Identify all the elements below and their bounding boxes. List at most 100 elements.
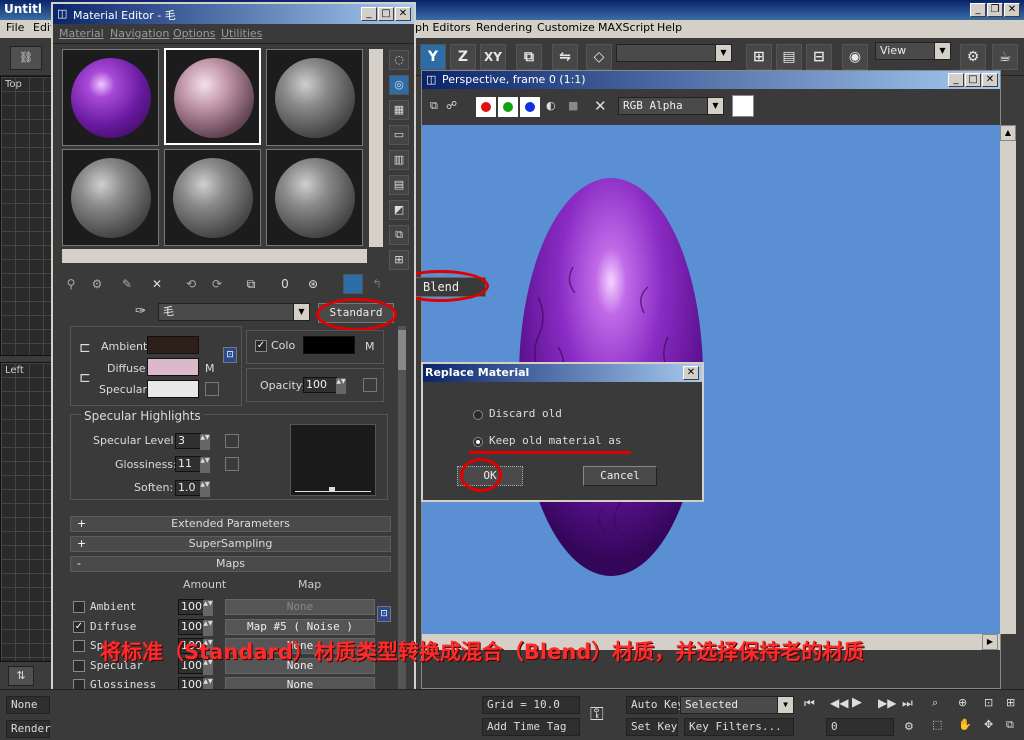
diffuse-color-swatch[interactable] [147,358,199,376]
pan-icon[interactable]: ✋ [958,718,972,731]
rollout-maps[interactable]: - Maps [70,556,391,572]
eraser-icon[interactable]: ◇ [586,44,612,70]
get-material-icon[interactable]: ⚲ [61,274,81,294]
zoom-all-icon[interactable]: ⊕ [958,696,967,709]
specular-level-spinner[interactable]: 3 ▲▼ [175,433,210,450]
app-restore-button[interactable]: ❐ [987,3,1003,17]
go-start-icon[interactable]: ⏮ [804,696,815,711]
render-setup-icon[interactable]: ⚙ [960,44,986,70]
quick-render-icon[interactable]: ☕ [992,44,1018,70]
schematic-icon[interactable]: ⊟ [806,44,832,70]
menu-file[interactable]: File [6,21,24,34]
ambient-color-swatch[interactable] [147,336,199,354]
blue-channel-button[interactable] [520,97,540,117]
tiling-icon[interactable]: ▭ [389,125,409,145]
go-parent-icon[interactable]: ↰ [367,274,387,294]
me-maximize-button[interactable]: □ [378,7,394,21]
reset-map-icon[interactable]: ✕ [147,274,167,294]
material-slot-2[interactable] [164,48,261,145]
glossiness-map-button[interactable] [225,457,239,471]
region-zoom-icon[interactable]: ⬚ [932,718,942,731]
lock-icon[interactable]: ⊡ [223,347,237,363]
material-slot-6[interactable] [266,149,363,246]
layer-icon[interactable]: ▤ [776,44,802,70]
map-enable-checkbox[interactable]: ✓ [73,620,85,633]
make-preview-icon[interactable]: ▤ [389,175,409,195]
soften-spinner[interactable]: 1.0 ▲▼ [175,480,210,497]
material-slot-1[interactable] [62,49,159,146]
clone-window-icon[interactable]: ☍ [446,99,457,112]
menu-graph-editors[interactable]: ph Editors [415,21,471,34]
options-icon[interactable]: ◩ [389,200,409,220]
named-selection-dropdown[interactable]: ▼ [616,44,732,62]
me-close-button[interactable]: ✕ [395,7,411,21]
map-enable-checkbox[interactable] [73,659,85,672]
make-copy-icon[interactable]: ⟲ [181,274,201,294]
key-icon[interactable]: ⚿ [590,704,604,725]
video-check-icon[interactable]: ▥ [389,150,409,170]
discard-old-radio[interactable] [473,410,483,420]
map-enable-checkbox[interactable] [73,640,85,652]
alpha-channel-icon[interactable]: ◐ [546,99,556,112]
pick-material-icon[interactable]: ✑ [135,304,146,319]
align-icon[interactable]: ⊞ [746,44,772,70]
material-editor-icon[interactable]: ◉ [842,44,868,70]
put-to-scene-icon[interactable]: ⚙ [87,274,107,294]
diffuse-map-m-label[interactable]: M [205,362,215,375]
show-map-icon[interactable]: ⊛ [303,274,323,294]
me-minimize-button[interactable]: _ [361,7,377,21]
effects-channel-icon[interactable]: 0 [275,274,295,294]
map-slot-button[interactable]: Map #5 ( Noise ) [225,618,375,635]
rollout-supersampling[interactable]: + SuperSampling [70,536,391,552]
viewport-left[interactable]: Left [0,362,52,662]
opacity-map-button[interactable] [363,378,377,392]
me-menu-options[interactable]: Options [173,27,215,40]
material-name-field[interactable]: 毛 ▼ [158,303,310,321]
app-close-button[interactable]: ✕ [1004,3,1020,17]
put-to-library-icon[interactable]: ⧉ [241,274,261,294]
perspective-maximize-button[interactable]: □ [965,73,981,87]
axis-xy-button[interactable]: XY [480,44,506,70]
keep-old-radio[interactable] [473,437,483,447]
perspective-minimize-button[interactable]: _ [948,73,964,87]
map-slot-button[interactable]: None [225,599,375,615]
view-dropdown[interactable]: View ▼ [875,42,951,60]
monochrome-icon[interactable]: ■ [568,99,578,112]
menu-maxscript[interactable]: MAXScript [598,21,654,34]
map-enable-checkbox[interactable] [73,601,85,613]
orbit-icon[interactable]: ✥ [984,718,993,731]
self-illum-map-m-label[interactable]: M [365,340,375,353]
current-frame-field[interactable]: 0 [826,718,894,736]
cancel-button[interactable]: Cancel [583,466,657,486]
me-menu-navigation[interactable]: Navigation [110,27,169,40]
clear-icon[interactable]: ✕ [594,97,607,115]
rollout-extended-parameters[interactable]: + Extended Parameters [70,516,391,532]
me-menu-material[interactable]: Material [59,27,104,40]
map-amount-spinner[interactable]: 100▲▼ [178,618,213,636]
red-channel-button[interactable] [476,97,496,117]
material-slot-3[interactable] [266,49,363,146]
vertical-scrollbar[interactable]: ▲ [1000,125,1016,634]
lock-selection-icon[interactable]: ⇅ [8,666,34,686]
specular-level-map-button[interactable] [225,434,239,448]
key-filters-button[interactable]: Key Filters... [684,718,794,736]
axis-y-button[interactable]: Y [420,44,446,70]
lock-ambient-diffuse-icon[interactable]: ⊏ [79,340,91,356]
specular-map-button[interactable] [205,382,219,396]
lock-diffuse-specular-icon[interactable]: ⊏ [79,370,91,386]
panel-scrollbar[interactable] [398,326,406,734]
material-slot-5[interactable] [164,149,261,246]
channel-dropdown[interactable]: RGB Alpha ▼ [618,97,724,115]
dialog-close-button[interactable]: ✕ [683,366,699,380]
backlight-icon[interactable]: ◎ [389,75,409,95]
background-icon[interactable]: ▦ [389,100,409,120]
key-selection-dropdown[interactable]: Selected ▼ [680,696,794,714]
zoom-icon[interactable]: ⌕ [932,696,938,710]
axis-z-button[interactable]: Z [450,44,476,70]
color-swatch[interactable] [732,95,754,117]
play-icon[interactable]: ▶ [852,695,862,710]
go-end-icon[interactable]: ⏭ [902,696,913,711]
app-minimize-button[interactable]: _ [970,3,986,17]
zoom-extents-all-icon[interactable]: ⊞ [1006,696,1015,709]
select-link-icon[interactable]: ⛓ [10,46,42,70]
